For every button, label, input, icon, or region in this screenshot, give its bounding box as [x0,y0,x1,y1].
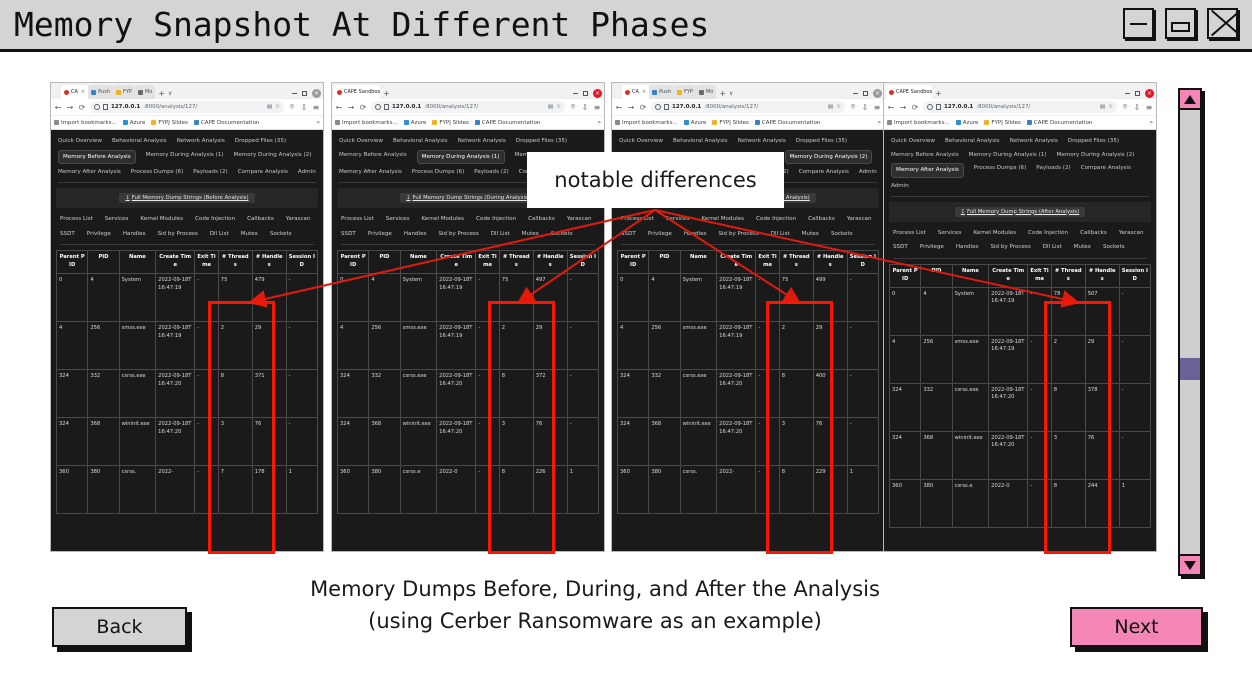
annotation-arrows [248,209,1080,308]
callout-label: notable differences [554,168,757,192]
window-controls [1123,8,1238,39]
close-icon[interactable] [1207,8,1238,39]
minimize-icon[interactable] [1123,8,1154,39]
maximize-icon[interactable] [1165,8,1196,39]
page-title: Memory Snapshot At Different Phases [14,5,710,44]
window-titlebar: Memory Snapshot At Different Phases [0,0,1252,52]
callout-box: notable differences [527,152,784,208]
slide-canvas: CA × Push FYP Mo + ∨ × ← → ⟳ 127.0.0.1:8000/analysi… [0,52,1252,687]
